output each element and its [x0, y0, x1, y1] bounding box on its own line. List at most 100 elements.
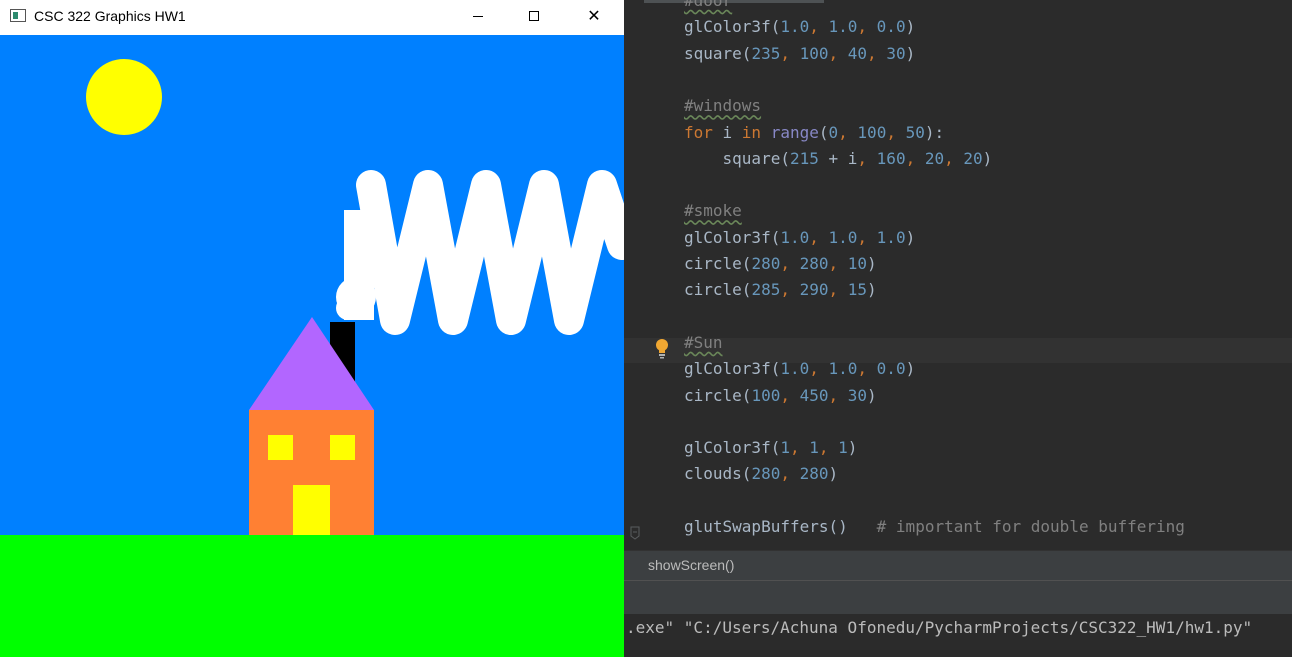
code-token: 1.0 [828, 227, 858, 247]
minimize-button[interactable] [450, 0, 506, 32]
code-token: , [838, 122, 858, 142]
code-line: clouds(280, 280) [684, 461, 838, 487]
code-token: clouds( [684, 464, 752, 484]
code-token: , [828, 280, 848, 300]
code-token: 280 [751, 464, 781, 484]
code-token: , [780, 464, 800, 484]
code-token: 1.0 [828, 17, 858, 37]
code-token: , [944, 148, 964, 168]
code-token: #door [684, 0, 733, 10]
smoke-zigzag [356, 170, 624, 335]
code-token: , [905, 148, 925, 168]
code-line: #windows [684, 93, 761, 119]
code-token: 10 [847, 254, 868, 273]
code-token: , [809, 227, 829, 247]
code-token: ): [924, 122, 945, 142]
code-token: # important for double buffering [876, 517, 1185, 536]
code-line: square(215 + i, 160, 20, 20) [684, 146, 993, 172]
code-token: , [780, 280, 800, 300]
code-token: 285 [751, 280, 781, 300]
maximize-icon [529, 11, 539, 21]
code-token: ) [905, 227, 916, 247]
code-line: circle(100, 450, 30) [684, 383, 877, 409]
code-line: for i in range(0, 100, 50): [684, 120, 944, 146]
code-token: 0.0 [876, 359, 906, 379]
console-command-line: .exe" "C:/Users/Achuna Ofonedu/PycharmPr… [626, 618, 1253, 637]
code-token: , [780, 385, 800, 405]
code-token: glColor3f( [684, 17, 781, 37]
code-token: 30 [847, 385, 868, 405]
code-token: glColor3f( [684, 359, 781, 379]
code-token: 235 [751, 43, 781, 63]
code-token: ) [847, 438, 858, 458]
code-token: range [770, 122, 819, 142]
code-token: 450 [799, 385, 829, 405]
code-token: 0.0 [876, 17, 906, 37]
code-token: , [818, 438, 839, 458]
maximize-button[interactable] [506, 0, 562, 32]
code-token: 280 [751, 254, 781, 273]
code-line: glColor3f(1.0, 1.0, 1.0) [684, 225, 915, 251]
code-token: #Sun [684, 332, 723, 352]
code-token: , [809, 17, 829, 37]
code-token: ( [818, 122, 829, 142]
code-token: #smoke [684, 201, 742, 221]
grass [0, 535, 624, 657]
code-token: 15 [847, 280, 868, 300]
breadcrumb-bar[interactable]: showScreen() [624, 550, 1292, 580]
sun [86, 59, 162, 135]
code-token: , [886, 122, 906, 142]
code-token: ) [867, 254, 877, 273]
code-token: 215 [789, 148, 819, 168]
code-token: 30 [886, 43, 906, 63]
code-token: i [722, 122, 742, 142]
code-token: in [741, 122, 771, 142]
house-window-left [268, 435, 293, 460]
code-token: square( [684, 148, 790, 168]
code-token: 100 [751, 385, 781, 405]
code-line: glColor3f(1, 1, 1) [684, 435, 857, 461]
house-door [293, 485, 330, 535]
code-line: #smoke [684, 198, 742, 224]
code-editor[interactable]: #door glColor3f(1.0, 1.0, 0.0) square(235,… [624, 0, 1292, 550]
code-token: 100 [799, 43, 829, 63]
lightbulb-icon[interactable] [654, 338, 670, 360]
code-line: #door [684, 0, 732, 14]
code-token: , [809, 359, 829, 379]
code-token: circle( [684, 280, 752, 300]
code-token: circle( [684, 385, 752, 405]
code-token: ) [867, 385, 877, 405]
code-line: circle(280, 280, 10) [684, 251, 877, 277]
code-token: 1.0 [780, 17, 810, 37]
code-token: square( [684, 43, 752, 63]
run-tool-window-header [624, 580, 1292, 614]
code-token: , [828, 385, 848, 405]
code-token: 20 [963, 148, 983, 168]
code-token: , [857, 227, 877, 247]
code-line: circle(285, 290, 15) [684, 277, 877, 303]
code-token: 1.0 [876, 227, 906, 247]
code-token: for [684, 122, 723, 142]
code-token: 290 [799, 280, 829, 300]
run-console[interactable]: .exe" "C:/Users/Achuna Ofonedu/PycharmPr… [624, 614, 1292, 657]
title-bar[interactable]: CSC 322 Graphics HW1 ✕ [0, 0, 624, 35]
code-token: circle( [684, 254, 752, 273]
minimize-icon [473, 15, 483, 17]
breadcrumb-item[interactable]: showScreen() [648, 557, 734, 573]
code-token: glutSwapBuffers() [684, 517, 877, 536]
code-token: ) [828, 464, 839, 484]
code-token: , [789, 438, 810, 458]
code-token: 20 [924, 148, 945, 168]
fold-marker-icon[interactable] [630, 526, 640, 540]
code-token: 1.0 [780, 227, 810, 247]
window-title: CSC 322 Graphics HW1 [34, 8, 186, 24]
code-token: ) [905, 43, 916, 63]
code-line: #Sun [684, 330, 723, 356]
code-token: 1 [838, 438, 848, 458]
code-line: glColor3f(1.0, 1.0, 0.0) [684, 14, 915, 40]
close-button[interactable]: ✕ [566, 0, 622, 32]
code-token: 40 [847, 43, 868, 63]
code-token: , [828, 254, 848, 273]
smoke-puff-small [336, 296, 360, 320]
code-token: ) [905, 359, 916, 379]
